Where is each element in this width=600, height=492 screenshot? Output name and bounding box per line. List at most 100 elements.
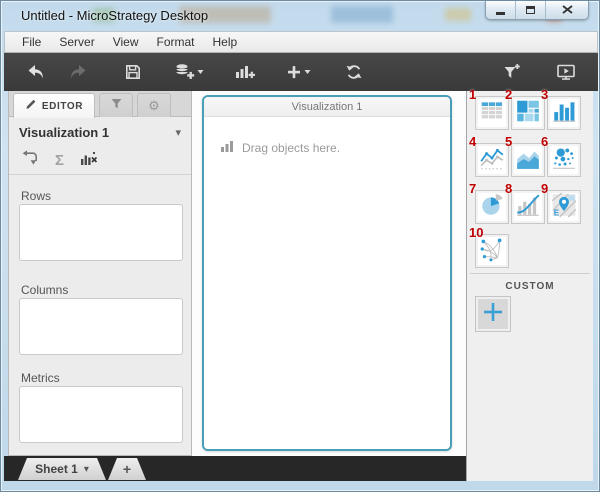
redo-icon xyxy=(68,63,88,81)
gallery-item-pie-chart[interactable]: 7 xyxy=(475,190,509,224)
rows-drop-zone[interactable] xyxy=(19,204,183,261)
close-button[interactable] xyxy=(546,1,588,19)
minimize-icon xyxy=(496,12,505,15)
drag-hint-text: Drag objects here. xyxy=(242,141,340,155)
undo-icon xyxy=(26,63,46,81)
gallery-item-esri-map[interactable]: 9 E xyxy=(547,190,581,224)
heat-map-icon xyxy=(515,98,541,129)
menu-help[interactable]: Help xyxy=(204,33,247,51)
gallery-item-grid[interactable]: 1 xyxy=(475,96,509,130)
rows-zone-label: Rows xyxy=(21,189,51,203)
visualization-selector[interactable]: Visualization 1 ▾ xyxy=(9,117,191,147)
visualization-drop-area[interactable]: Drag objects here. xyxy=(204,117,450,449)
add-sheet-label: + xyxy=(123,461,131,477)
new-visualization-button[interactable] xyxy=(226,58,264,86)
metrics-drop-zone[interactable] xyxy=(19,386,183,443)
undo-button[interactable] xyxy=(18,58,54,86)
filter-icon xyxy=(502,63,522,81)
redo-button[interactable] xyxy=(60,58,96,86)
glass-reflection xyxy=(331,6,393,23)
save-button[interactable] xyxy=(116,58,150,86)
gallery-item-bar-chart[interactable]: 3 xyxy=(547,96,581,130)
title-bar: Untitled - MicroStrategy Desktop xyxy=(1,1,600,31)
save-icon xyxy=(124,63,142,81)
tab-editor-label: EDITOR xyxy=(42,101,83,112)
editor-mini-toolbar: Σ xyxy=(9,147,191,175)
columns-zone-label: Columns xyxy=(21,283,68,297)
visualization-selector-value: Visualization 1 xyxy=(19,125,109,140)
bar-chart-icon xyxy=(551,98,577,129)
tab-editor[interactable]: EDITOR xyxy=(13,93,95,118)
chevron-down-icon: ▾ xyxy=(175,126,181,139)
glass-reflection xyxy=(445,8,471,21)
gallery-divider xyxy=(470,273,590,274)
close-icon xyxy=(562,1,573,19)
canvas-area: Visualization 1 Drag objects here. xyxy=(192,91,466,459)
add-custom-visualization-button[interactable] xyxy=(475,296,511,332)
app-window: Untitled - MicroStrategy Desktop File Se… xyxy=(0,0,600,492)
line-chart-icon xyxy=(479,145,505,176)
gallery-item-bubble-chart[interactable]: 6 xyxy=(547,143,581,177)
toolbar-right-group xyxy=(494,58,584,86)
totals-sigma-button[interactable]: Σ xyxy=(55,153,64,168)
insert-button[interactable] xyxy=(278,58,320,86)
visualization-panel: Visualization 1 Drag objects here. xyxy=(202,95,452,451)
annotation-number: 6 xyxy=(541,134,548,149)
add-data-button[interactable] xyxy=(166,58,212,86)
gear-icon: ⚙ xyxy=(148,99,160,112)
tab-settings[interactable]: ⚙ xyxy=(137,93,171,117)
annotation-number: 4 xyxy=(469,134,476,149)
bubble-chart-icon xyxy=(551,145,577,176)
visualization-gallery: 1 2 3 4 5 6 7 8 xyxy=(466,91,593,481)
maximize-button[interactable] xyxy=(516,1,546,19)
menu-file[interactable]: File xyxy=(13,33,50,51)
area-chart-icon xyxy=(515,145,541,176)
add-sheet-tab[interactable]: + xyxy=(108,458,146,480)
custom-section-label: CUSTOM xyxy=(467,281,593,292)
visualization-panel-title[interactable]: Visualization 1 xyxy=(204,97,450,117)
window-controls xyxy=(485,1,589,20)
add-data-icon xyxy=(174,62,204,82)
columns-drop-zone[interactable] xyxy=(19,298,183,355)
plus-icon xyxy=(482,301,504,328)
window-title: Untitled - MicroStrategy Desktop xyxy=(21,8,208,23)
sheet-tab-active[interactable]: Sheet 1 ▾ xyxy=(18,458,106,480)
combo-chart-icon xyxy=(515,192,541,223)
network-icon xyxy=(479,236,505,267)
tab-filter[interactable] xyxy=(99,93,133,117)
annotation-number: 3 xyxy=(541,87,548,102)
refresh-icon xyxy=(344,62,364,82)
gallery-item-heat-map[interactable]: 2 xyxy=(511,96,545,130)
minimize-button[interactable] xyxy=(486,1,516,19)
annotation-number: 1 xyxy=(469,87,476,102)
menu-server[interactable]: Server xyxy=(50,33,103,51)
pencil-icon xyxy=(25,97,37,115)
annotation-number: 5 xyxy=(505,134,512,149)
funnel-icon xyxy=(110,97,123,115)
filter-button[interactable] xyxy=(494,58,530,86)
chevron-down-icon: ▾ xyxy=(84,464,89,475)
clear-visualization-button[interactable] xyxy=(80,151,98,171)
swap-axes-button[interactable] xyxy=(21,150,39,171)
gallery-item-network[interactable]: 10 xyxy=(475,234,509,268)
gallery-item-line-chart[interactable]: 4 xyxy=(475,143,509,177)
drag-hint: Drag objects here. xyxy=(220,139,340,157)
grid-icon xyxy=(479,98,505,129)
annotation-number: 7 xyxy=(469,181,476,196)
svg-text:E: E xyxy=(554,208,560,217)
menu-view[interactable]: View xyxy=(104,33,148,51)
sheet-tab-label: Sheet 1 xyxy=(35,462,78,476)
annotation-number: 2 xyxy=(505,87,512,102)
annotation-number: 9 xyxy=(541,181,548,196)
sheet-tab-bar: Sheet 1 ▾ + xyxy=(4,456,466,481)
presentation-mode-button[interactable] xyxy=(548,58,584,86)
insert-plus-icon xyxy=(286,63,312,81)
metrics-zone-label: Metrics xyxy=(21,371,60,385)
menu-format[interactable]: Format xyxy=(147,33,203,51)
refresh-button[interactable] xyxy=(336,58,372,86)
editor-panel-tabs: EDITOR ⚙ xyxy=(9,91,191,117)
annotation-number: 8 xyxy=(505,181,512,196)
maximize-icon xyxy=(526,6,535,14)
gallery-item-combo-chart[interactable]: 8 xyxy=(511,190,545,224)
gallery-item-area-chart[interactable]: 5 xyxy=(511,143,545,177)
